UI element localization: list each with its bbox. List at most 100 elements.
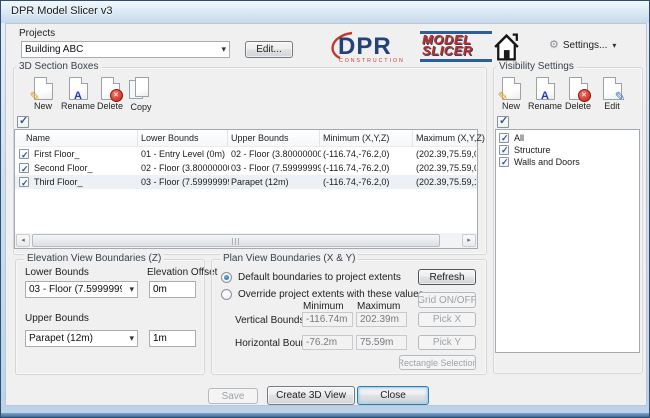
- scrollbar-thumb[interactable]: [32, 234, 440, 247]
- column-header-name[interactable]: Name: [26, 130, 50, 147]
- grid-onoff-button: Grid ON/OFF: [418, 292, 476, 308]
- vertical-min-input: -116.74m: [302, 312, 353, 327]
- tool-label: Copy: [125, 102, 157, 112]
- dialog-window: DPR Model Slicer v3 Projects Building AB…: [0, 0, 650, 418]
- tool-label: Delete: [561, 101, 595, 111]
- visibility-list: All Structure Walls and Doors: [495, 129, 640, 353]
- pick-x-button: Pick X: [418, 312, 476, 327]
- edit-project-button[interactable]: Edit...: [245, 41, 293, 58]
- upper-bounds-combobox[interactable]: Parapet (12m): [25, 330, 138, 347]
- projects-combobox[interactable]: Building ABC: [21, 41, 230, 58]
- lower-bounds-value: 03 - Floor (7.5999999999999: [29, 282, 122, 297]
- chevron-down-icon: [607, 40, 616, 51]
- tool-label: Rename: [526, 101, 564, 111]
- new-page-icon: [34, 77, 53, 100]
- item-checkbox[interactable]: [499, 157, 509, 167]
- sectionbox-copy-button[interactable]: Copy: [125, 77, 157, 112]
- projects-label: Projects: [19, 28, 55, 39]
- title-bar[interactable]: DPR Model Slicer v3: [1, 1, 649, 23]
- upper-bounds-value: Parapet (12m): [29, 331, 122, 346]
- default-boundaries-radio[interactable]: [221, 272, 232, 283]
- projects-combobox-value: Building ABC: [25, 42, 214, 57]
- maximum-header: Maximum: [357, 301, 400, 312]
- window-bottom-border: [1, 413, 649, 417]
- rename-page-icon: [536, 77, 555, 100]
- default-boundaries-label[interactable]: Default boundaries to project extents: [238, 272, 401, 283]
- item-checkbox[interactable]: [499, 145, 509, 155]
- scroll-right-arrow-icon[interactable]: ▸: [462, 234, 476, 247]
- delete-page-icon: [101, 77, 120, 100]
- model-slicer-logo-text: MODEL SLICER: [422, 34, 473, 56]
- pick-y-button: Pick Y: [418, 335, 476, 350]
- override-extents-radio[interactable]: [221, 289, 232, 300]
- sectionbox-delete-button[interactable]: Delete: [93, 77, 127, 111]
- copy-pages-icon: [129, 77, 153, 101]
- rename-page-icon: [69, 77, 88, 100]
- plan-group-title: Plan View Boundaries (X & Y): [220, 253, 358, 264]
- column-header-upper[interactable]: Upper Bounds: [231, 130, 289, 147]
- scroll-left-arrow-icon[interactable]: ◂: [16, 234, 30, 247]
- house-icon: [490, 30, 523, 64]
- override-extents-label[interactable]: Override project extents with these valu…: [238, 289, 424, 300]
- table-row[interactable]: Second Floor_ 02 - Floor (3.800000000...…: [15, 161, 477, 175]
- close-button[interactable]: Close: [357, 386, 429, 405]
- save-button: Save: [208, 388, 258, 404]
- visibility-group-title: Visibility Settings: [496, 61, 577, 72]
- model-slicer-logo: MODEL SLICER: [420, 29, 523, 65]
- sectionbox-select-all-checkbox[interactable]: [17, 116, 29, 128]
- column-header-max[interactable]: Maximum (X,Y,Z): [416, 130, 485, 147]
- elevation-group-title: Elevation View Boundaries (Z): [24, 253, 164, 264]
- elevation-offset-label: Elevation Offset: [147, 267, 217, 278]
- gear-icon: [549, 40, 563, 51]
- upper-bounds-label: Upper Bounds: [25, 313, 89, 324]
- table-row[interactable]: First Floor_ 01 - Entry Level (0m) 02 - …: [15, 147, 477, 161]
- sectionbox-rename-button[interactable]: Rename: [59, 77, 97, 111]
- item-label: All: [514, 132, 524, 144]
- settings-menu[interactable]: Settings...: [549, 38, 616, 51]
- horizontal-min-input: -76.2m: [302, 335, 353, 350]
- new-page-icon: [502, 77, 521, 100]
- vertical-bounds-label: Vertical Bounds: [235, 315, 305, 326]
- list-item[interactable]: Structure: [496, 144, 639, 156]
- list-item[interactable]: All: [496, 132, 639, 144]
- item-checkbox[interactable]: [499, 133, 509, 143]
- settings-label: Settings...: [563, 40, 607, 51]
- dpr-logo-graphic: DPR CONSTRUCTION: [326, 29, 419, 65]
- refresh-button[interactable]: Refresh: [418, 269, 476, 285]
- tool-label: Delete: [93, 101, 127, 111]
- minimum-header: Minimum: [303, 301, 344, 312]
- dpr-logo-subtext: CONSTRUCTION: [339, 58, 405, 64]
- upper-offset-input[interactable]: 1m: [149, 330, 196, 347]
- logo-bottom-bar: [420, 59, 492, 62]
- window-title: DPR Model Slicer v3: [11, 5, 112, 17]
- column-header-min[interactable]: Minimum (X,Y,Z): [323, 130, 389, 147]
- table-row-selected[interactable]: Third Floor_ 03 - Floor (7.599999999... …: [15, 175, 477, 189]
- lower-bounds-combobox[interactable]: 03 - Floor (7.5999999999999: [25, 281, 138, 298]
- lower-bounds-label: Lower Bounds: [25, 267, 89, 278]
- rectangle-selection-button: Rectangle Selection: [399, 355, 476, 370]
- row-checkbox[interactable]: [19, 163, 29, 173]
- item-label: Structure: [514, 144, 551, 156]
- visibility-rename-button[interactable]: Rename: [526, 77, 564, 111]
- create-3d-view-button[interactable]: Create 3D View: [267, 386, 355, 405]
- visibility-delete-button[interactable]: Delete: [561, 77, 595, 111]
- item-label: Walls and Doors: [514, 156, 580, 168]
- lower-offset-input[interactable]: 0m: [149, 281, 196, 298]
- visibility-edit-button[interactable]: Edit: [597, 77, 627, 111]
- column-header-lower[interactable]: Lower Bounds: [141, 130, 199, 147]
- dpr-construction-logo: DPR CONSTRUCTION: [326, 29, 419, 65]
- table-header: Name Lower Bounds Upper Bounds Minimum (…: [15, 130, 477, 147]
- row-checkbox[interactable]: [19, 177, 29, 187]
- tool-label: Rename: [59, 101, 97, 111]
- dpr-logo-text: DPR: [338, 33, 392, 60]
- horizontal-max-input: 75.59m: [356, 335, 407, 350]
- list-item[interactable]: Walls and Doors: [496, 156, 639, 168]
- horizontal-scrollbar[interactable]: ◂ ▸: [15, 233, 477, 248]
- visibility-select-all-checkbox[interactable]: [497, 116, 509, 128]
- delete-page-icon: [569, 77, 588, 100]
- visibility-new-button[interactable]: New: [496, 77, 526, 111]
- row-checkbox[interactable]: [19, 149, 29, 159]
- edit-page-icon: [603, 77, 622, 100]
- sectionbox-new-button[interactable]: New: [27, 77, 59, 111]
- vertical-max-input: 202.39m: [356, 312, 407, 327]
